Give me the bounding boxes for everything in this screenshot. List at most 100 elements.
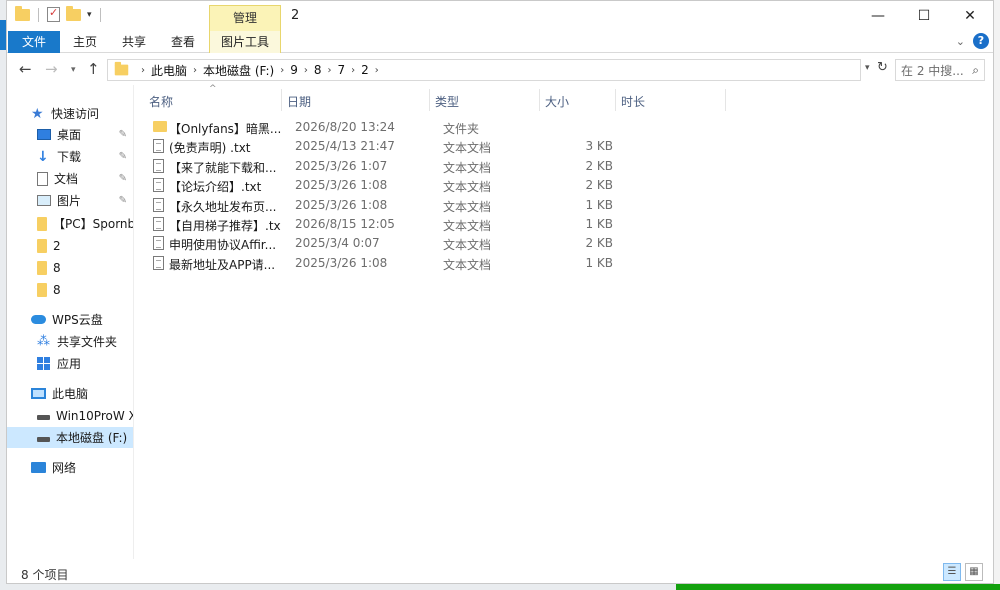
apps-icon — [37, 356, 51, 371]
chevron-right-icon[interactable]: › — [280, 65, 284, 76]
tab-file[interactable]: 文件 — [8, 31, 60, 53]
file-date: 2025/4/13 21:47 — [295, 139, 395, 153]
chevron-right-icon[interactable]: › — [328, 65, 332, 76]
file-row[interactable]: 【来了就能下载和... 2025/3/26 1:07 文本文档 2 KB — [149, 157, 729, 176]
nav-drive-f[interactable]: 本地磁盘 (F:) — [7, 427, 133, 448]
file-row[interactable]: 【Onlyfans】暗黑... 2026/8/20 13:24 文件夹 — [149, 118, 729, 137]
column-header-size[interactable]: 大小 — [545, 93, 569, 110]
recent-locations-dropdown[interactable]: ▾ — [71, 65, 76, 75]
file-size: 2 KB — [585, 178, 613, 192]
column-divider[interactable] — [725, 89, 726, 111]
tab-picture-tools[interactable]: 图片工具 — [209, 31, 281, 53]
toolbar-divider — [38, 7, 39, 22]
breadcrumb-drive-f[interactable]: 本地磁盘 (F:) — [203, 62, 274, 79]
title-bar: ▾ 管理 2 — ☐ ✕ — [7, 1, 993, 31]
chevron-right-icon[interactable]: › — [351, 65, 355, 76]
nav-wps-cloud[interactable]: WPS云盘 — [7, 309, 133, 330]
column-header-date[interactable]: 日期 — [287, 93, 311, 110]
column-headers: 名称 ^ 日期 类型 大小 时长 — [149, 84, 729, 113]
explorer-window: ▾ 管理 2 — ☐ ✕ 文件 主页 共享 查看 图片工具 ⌄ ? ← → ▾ … — [6, 0, 994, 584]
nav-item-documents[interactable]: 文档 ✎ — [7, 168, 133, 189]
customize-toolbar-dropdown-icon[interactable]: ▾ — [87, 10, 92, 20]
address-bar[interactable]: › 此电脑 › 本地磁盘 (F:) › 9 › 8 › 7 › 2 › — [107, 59, 861, 81]
properties-icon[interactable] — [47, 6, 60, 22]
breadcrumb-7[interactable]: 7 — [338, 63, 346, 77]
breadcrumb-8[interactable]: 8 — [314, 63, 322, 77]
pin-icon[interactable]: ✎ — [119, 151, 127, 162]
nav-shared-folder[interactable]: ⁂ 共享文件夹 — [7, 331, 133, 352]
tab-share[interactable]: 共享 — [110, 31, 158, 53]
column-divider[interactable] — [539, 89, 540, 111]
file-type: 文本文档 — [443, 258, 492, 272]
nav-label: 8 — [53, 282, 61, 297]
nav-drive-c[interactable]: Win10ProW X — [7, 405, 133, 426]
help-icon[interactable]: ? — [973, 33, 989, 49]
pin-icon[interactable]: ✎ — [119, 173, 127, 184]
column-header-duration[interactable]: 时长 — [621, 93, 645, 110]
nav-label: 应用 — [57, 357, 82, 371]
address-dropdown-icon[interactable]: ▾ — [865, 63, 870, 73]
chevron-right-icon[interactable]: › — [193, 65, 197, 76]
forward-button[interactable]: → — [45, 60, 58, 78]
file-type: 文本文档 — [443, 200, 492, 214]
text-file-icon — [153, 236, 164, 250]
nav-apps[interactable]: 应用 — [7, 353, 133, 374]
column-divider[interactable] — [429, 89, 430, 111]
text-file-icon — [153, 256, 164, 270]
nav-this-pc[interactable]: 此电脑 — [7, 383, 133, 404]
chevron-down-icon[interactable]: ⌄ — [956, 35, 965, 48]
nav-quick-access[interactable]: ★ 快速访问 — [7, 103, 133, 124]
file-date: 2026/8/20 13:24 — [295, 120, 395, 134]
nav-item-folder[interactable]: 8 — [7, 279, 133, 300]
file-type: 文件夹 — [443, 122, 480, 136]
new-folder-icon[interactable] — [66, 5, 81, 21]
chevron-right-icon[interactable]: › — [141, 65, 145, 76]
nav-network[interactable]: 网络 — [7, 457, 133, 478]
folder-icon — [114, 61, 129, 76]
file-row[interactable]: 【自用梯子推荐】.txt 2026/8/15 12:05 文本文档 1 KB — [149, 215, 729, 234]
breadcrumb-this-pc[interactable]: 此电脑 — [151, 62, 187, 79]
folder-icon[interactable] — [15, 5, 30, 21]
file-row[interactable]: 【永久地址发布页... 2025/3/26 1:08 文本文档 1 KB — [149, 196, 729, 215]
quick-access-toolbar: ▾ — [15, 5, 103, 22]
nav-label: 此电脑 — [52, 387, 89, 401]
search-input[interactable]: 在 2 中搜... ⌕ — [895, 59, 985, 81]
up-button[interactable]: ↑ — [87, 60, 100, 78]
nav-item-desktop[interactable]: 桌面 ✎ — [7, 124, 133, 145]
nav-label: 8 — [53, 260, 61, 275]
breadcrumb-2[interactable]: 2 — [361, 63, 369, 77]
pin-icon[interactable]: ✎ — [119, 195, 127, 206]
toolbar-divider — [99, 7, 101, 22]
pane-divider[interactable] — [133, 85, 134, 559]
file-row[interactable]: 申明使用协议Affir... 2025/3/4 0:07 文本文档 2 KB — [149, 234, 729, 253]
back-button[interactable]: ← — [19, 60, 32, 78]
file-row[interactable]: (免责声明) .txt 2025/4/13 21:47 文本文档 3 KB — [149, 137, 729, 156]
nav-item-pictures[interactable]: 图片 ✎ — [7, 190, 133, 211]
file-row[interactable]: 【论坛介绍】.txt 2025/3/26 1:08 文本文档 2 KB — [149, 176, 729, 195]
text-file-icon — [153, 217, 164, 231]
context-tab-manage[interactable]: 管理 — [209, 5, 281, 31]
column-header-type[interactable]: 类型 — [435, 93, 459, 110]
nav-item-folder[interactable]: 【PC】Spornb — [7, 213, 133, 234]
chevron-right-icon[interactable]: › — [375, 65, 379, 76]
close-button[interactable]: ✕ — [947, 1, 993, 31]
nav-item-folder[interactable]: 2 — [7, 235, 133, 256]
column-divider[interactable] — [615, 89, 616, 111]
chevron-right-icon[interactable]: › — [304, 65, 308, 76]
pin-icon[interactable]: ✎ — [119, 129, 127, 140]
file-size: 1 KB — [585, 256, 613, 270]
nav-item-folder[interactable]: 8 — [7, 257, 133, 278]
file-name: 申明使用协议Affir... — [169, 238, 277, 252]
maximize-button[interactable]: ☐ — [901, 1, 947, 31]
minimize-button[interactable]: — — [855, 1, 901, 31]
breadcrumb-9[interactable]: 9 — [290, 63, 298, 77]
nav-item-downloads[interactable]: ↓ 下载 ✎ — [7, 146, 133, 167]
file-row[interactable]: 最新地址及APP请... 2025/3/26 1:08 文本文档 1 KB — [149, 254, 729, 273]
column-divider[interactable] — [281, 89, 282, 111]
tab-home[interactable]: 主页 — [61, 31, 109, 53]
column-header-name[interactable]: 名称 — [149, 93, 173, 110]
details-view-button[interactable]: ☰ — [943, 563, 961, 581]
large-icons-view-button[interactable]: ▦ — [965, 563, 983, 581]
tab-view[interactable]: 查看 — [159, 31, 207, 53]
refresh-button[interactable]: ↻ — [877, 60, 888, 75]
